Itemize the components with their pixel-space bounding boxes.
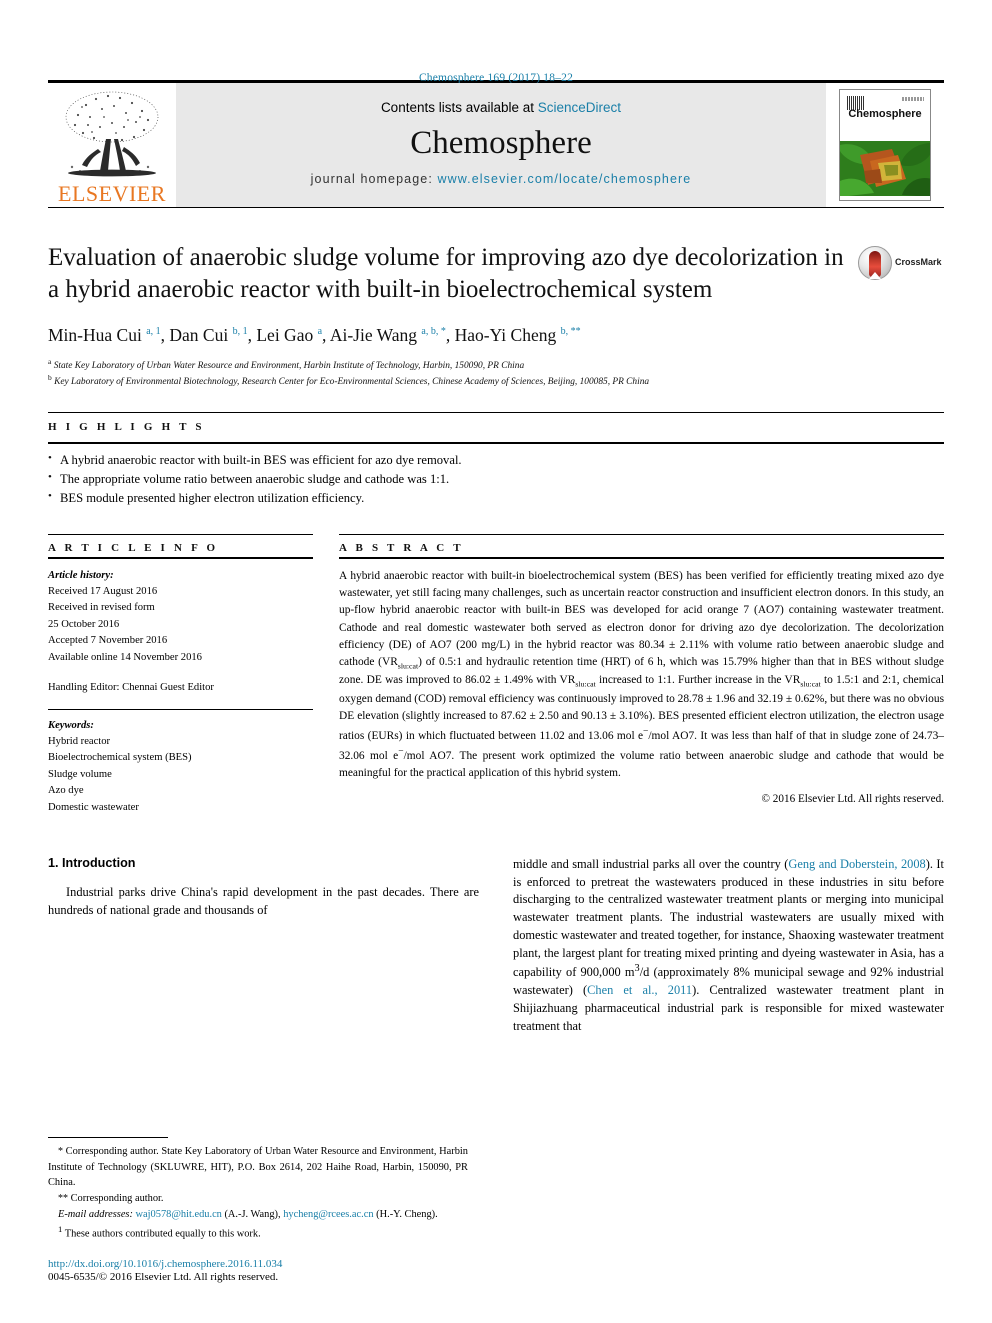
affiliation-text: Key Laboratory of Environmental Biotechn…: [54, 377, 650, 388]
affiliation-marker: a: [48, 356, 52, 366]
contents-prefix-text: Contents lists available at: [380, 100, 538, 115]
history-line: Available online 14 November 2016: [48, 651, 202, 663]
cover-journal-title: Chemosphere: [848, 108, 922, 121]
doi-link[interactable]: http://dx.doi.org/10.1016/j.chemosphere.…: [48, 1258, 282, 1270]
elsevier-logo: ELSEVIER: [48, 83, 176, 207]
corresponding-author-note-1: * Corresponding author. State Key Labora…: [48, 1146, 468, 1188]
keywords-block: Keywords: Hybrid reactor Bioelectrochemi…: [48, 710, 313, 816]
affiliation-list: a State Key Laboratory of Urban Water Re…: [48, 357, 944, 391]
journal-title: Chemosphere: [410, 125, 592, 161]
journal-masthead: ELSEVIER Contents lists available at Sci…: [48, 80, 944, 208]
journal-cover-image: Chemosphere: [839, 89, 931, 201]
footnotes-block: * Corresponding author. State Key Labora…: [48, 1137, 468, 1283]
article-page: Chemosphere 169 (2017) 18–22 ELSEVIER Co…: [0, 0, 992, 1323]
article-info-heading: A R T I C L E I N F O: [48, 541, 219, 554]
highlight-item: The appropriate volume ratio between ana…: [48, 469, 944, 489]
affiliation-item: a State Key Laboratory of Urban Water Re…: [48, 357, 944, 374]
abstract-text: A hybrid anaerobic reactor with built-in…: [339, 569, 944, 780]
journal-cover-thumbnail: Chemosphere: [826, 83, 944, 207]
body-column-left: 1. Introduction Industrial parks drive C…: [48, 856, 479, 1043]
affiliation-marker: b: [48, 373, 52, 383]
citation-link[interactable]: Geng and Doberstein, 2008: [788, 857, 925, 871]
history-line: Received in revised form: [48, 602, 155, 614]
intro-paragraph-right: middle and small industrial parks all ov…: [513, 856, 944, 1033]
keyword-item: Bioelectrochemical system (BES): [48, 752, 192, 764]
affiliation-text: State Key Laboratory of Urban Water Reso…: [53, 360, 525, 371]
article-history-label: Article history:: [48, 569, 114, 581]
keyword-item: Hybrid reactor: [48, 735, 111, 747]
highlights-list: A hybrid anaerobic reactor with built-in…: [48, 450, 944, 508]
running-head: Chemosphere 169 (2017) 18–22: [418, 72, 574, 84]
highlights-heading: H I G H L I G H T S: [48, 421, 205, 433]
cover-bottom-area: [840, 195, 930, 200]
history-line: 25 October 2016: [48, 618, 120, 630]
sciencedirect-link[interactable]: ScienceDirect: [538, 100, 621, 115]
highlight-item: A hybrid anaerobic reactor with built-in…: [48, 450, 944, 470]
keyword-item: Sludge volume: [48, 768, 112, 780]
journal-homepage-line: journal homepage: www.elsevier.com/locat…: [311, 172, 692, 186]
email-link-wang[interactable]: waj0578@hit.edu.cn: [136, 1209, 222, 1220]
section-heading-introduction: 1. Introduction: [48, 855, 136, 870]
email-link-cheng[interactable]: hycheng@rcees.ac.cn: [283, 1209, 373, 1220]
cover-photo: [840, 140, 930, 196]
handling-editor: Handling Editor: Chennai Guest Editor: [48, 682, 214, 694]
crossmark-label: CrossMark: [895, 257, 942, 267]
elsevier-tree-icon: [56, 87, 168, 183]
footnote-divider: [48, 1137, 168, 1139]
abstract-column: A B S T R A C T A hybrid anaerobic react…: [339, 533, 945, 816]
page-title: Evaluation of anaerobic sludge volume fo…: [48, 244, 844, 303]
masthead-center: Contents lists available at ScienceDirec…: [176, 83, 826, 207]
journal-homepage-link[interactable]: www.elsevier.com/locate/chemosphere: [437, 172, 691, 186]
corresponding-author-note-2: ** Corresponding author.: [58, 1192, 164, 1204]
elsevier-wordmark: ELSEVIER: [58, 181, 166, 206]
contents-available-line: Contents lists available at ScienceDirec…: [381, 100, 621, 115]
history-line: Received 17 August 2016: [48, 586, 158, 598]
abstract-copyright: © 2016 Elsevier Ltd. All rights reserved…: [761, 792, 945, 805]
doi-line: http://dx.doi.org/10.1016/j.chemosphere.…: [48, 1258, 468, 1270]
article-info-column: A R T I C L E I N F O Article history: R…: [48, 533, 313, 816]
highlight-item: BES module presented higher electron uti…: [48, 488, 944, 508]
homepage-prefix-text: journal homepage:: [310, 172, 438, 186]
article-history-block: Article history: Received 17 August 2016…: [48, 559, 313, 697]
cover-small-text: [902, 97, 924, 101]
keywords-label: Keywords:: [48, 719, 94, 731]
crossmark-icon: [858, 246, 892, 280]
crossmark-badge[interactable]: CrossMark: [858, 242, 944, 306]
citation-link[interactable]: Chen et al., 2011: [587, 983, 692, 997]
equal-contribution-note: 1 These authors contributed equally to t…: [58, 1224, 261, 1240]
info-abstract-row: A R T I C L E I N F O Article history: R…: [48, 533, 945, 816]
intro-paragraph-left: Industrial parks drive China's rapid dev…: [48, 884, 479, 917]
cover-top-area: Chemosphere: [840, 90, 930, 141]
keyword-item: Domestic wastewater: [48, 801, 139, 813]
affiliation-item: b Key Laboratory of Environmental Biotec…: [48, 373, 944, 390]
abstract-heading: A B S T R A C T: [339, 541, 464, 554]
email-addresses-note: E-mail addresses: waj0578@hit.edu.cn (A.…: [58, 1209, 438, 1221]
author-list: Min-Hua Cui a, 1, Dan Cui b, 1, Lei Gao …: [48, 325, 581, 345]
body-column-right: middle and small industrial parks all ov…: [513, 856, 944, 1043]
issn-copyright-line: 0045-6535/© 2016 Elsevier Ltd. All right…: [48, 1271, 279, 1283]
title-block: Evaluation of anaerobic sludge volume fo…: [48, 242, 944, 306]
history-line: Accepted 7 November 2016: [48, 635, 168, 647]
keyword-item: Azo dye: [48, 785, 84, 797]
body-columns: 1. Introduction Industrial parks drive C…: [48, 856, 944, 1043]
highlights-section: H I G H L I G H T S A hybrid anaerobic r…: [48, 412, 944, 508]
